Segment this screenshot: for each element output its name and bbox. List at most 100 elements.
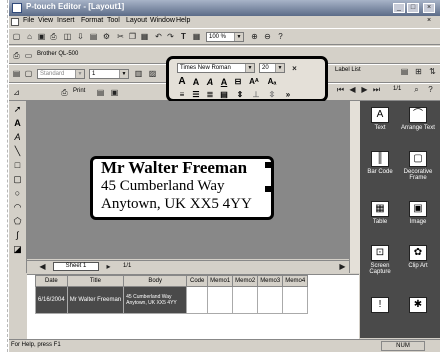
printer-icon[interactable]: ⎙ (11, 50, 22, 61)
cut-icon[interactable]: ✂ (115, 31, 126, 42)
cell-body[interactable]: 45 Cumberland Way Anytown, UK XX5 4YY (123, 286, 188, 314)
vertical-scrollbar[interactable] (349, 101, 360, 273)
grid-icon[interactable]: ▦ (191, 31, 202, 42)
fill-icon[interactable]: ◪ (12, 243, 23, 255)
menu-file[interactable]: File (23, 17, 34, 24)
font-size-select[interactable]: 20 ▼ (259, 63, 285, 73)
first-page-icon[interactable]: ⏮ (335, 84, 346, 95)
open-icon[interactable]: ⌂ (24, 31, 35, 42)
print-button-icon[interactable]: ⎙ (59, 87, 70, 98)
bold-icon[interactable]: A (189, 76, 203, 88)
zoom-out-icon[interactable]: ⊖ (262, 31, 273, 42)
close-icon[interactable]: × (423, 3, 435, 13)
scroll-right-icon[interactable]: ▶ (337, 261, 348, 272)
redo-icon[interactable]: ↷ (165, 31, 176, 42)
label-text-object[interactable]: Mr Walter Freeman 45 Cumberland Way Anyt… (90, 156, 274, 220)
cell-memo3[interactable] (257, 286, 284, 314)
panel-more-2[interactable]: ✱ (400, 297, 436, 315)
zoom-select[interactable]: 100 % ▼ (206, 32, 244, 42)
panel-image[interactable]: ▣ Image (400, 201, 436, 225)
text-tool-icon[interactable]: T (178, 31, 189, 42)
rounded-rect-icon[interactable]: ▢ (12, 173, 23, 185)
table-row[interactable]: 6/16/2004 Mr Walter Freeman 45 Cumberlan… (35, 286, 309, 314)
column-header[interactable]: Memo4 (282, 275, 309, 287)
menu-layout[interactable]: Layout (126, 17, 147, 24)
orientation-icon[interactable]: ▥ (133, 68, 144, 79)
line-icon[interactable]: ╲ (12, 145, 23, 157)
panel-bar-code[interactable]: ║ Bar Code (362, 151, 398, 175)
transfer-icon[interactable]: ⇩ (75, 31, 86, 42)
list-sort-icon[interactable]: ⇅ (427, 66, 438, 77)
frame-icon[interactable]: ▢ (23, 68, 34, 79)
print-label[interactable]: Print (73, 88, 85, 94)
list-view-icon[interactable]: ▤ (399, 66, 410, 77)
column-header[interactable]: Body (123, 275, 188, 287)
print-icon[interactable]: ⎙ (48, 31, 59, 42)
close-toolbar-icon[interactable]: × (289, 63, 300, 74)
subscript-icon[interactable]: Aₐ (265, 76, 279, 88)
line-spacing-icon[interactable]: ⇳ (265, 89, 279, 101)
sheet-tab[interactable]: Sheet 1 (53, 262, 99, 271)
maximize-icon[interactable]: □ (407, 3, 419, 13)
document-icon[interactable] (11, 18, 19, 26)
panel-screen-capture[interactable]: ⊡ Screen Capture (362, 245, 398, 275)
menu-tool[interactable]: Tool (107, 17, 120, 24)
menu-insert[interactable]: Insert (57, 17, 75, 24)
database-icon[interactable]: ▤ (88, 31, 99, 42)
settings-icon[interactable]: ⚙ (101, 31, 112, 42)
font-select[interactable]: Times New Roman ▼ (177, 63, 255, 73)
more-options-icon[interactable]: » (281, 89, 295, 101)
paper-select[interactable]: Standard ▼ (37, 69, 85, 79)
selection-handle[interactable] (265, 186, 271, 192)
align-left-icon[interactable]: ≡ (175, 89, 189, 101)
next-page-icon[interactable]: ▶ (359, 84, 370, 95)
page-setup-icon[interactable]: ▣ (109, 87, 120, 98)
font-large-icon[interactable]: A (175, 76, 189, 88)
zoom-in-icon[interactable]: ⊕ (249, 31, 260, 42)
selection-handle[interactable] (265, 162, 271, 168)
panel-decorative-frame[interactable]: ▢ Decorative Frame (400, 151, 436, 181)
arc-icon[interactable]: ◠ (12, 201, 23, 213)
rectangle-icon[interactable]: □ (12, 159, 23, 171)
panel-text[interactable]: A Text (362, 107, 398, 131)
freehand-icon[interactable]: ∫ (12, 229, 23, 241)
copy-icon[interactable]: ❐ (127, 31, 138, 42)
panel-table[interactable]: ▦ Table (362, 201, 398, 225)
menu-view[interactable]: View (38, 17, 53, 24)
layout-icon[interactable]: ▤ (11, 68, 22, 79)
polygon-icon[interactable]: ⬠ (12, 215, 23, 227)
minimize-icon[interactable]: _ (393, 3, 405, 13)
vertical-text-icon[interactable]: ⇕ (233, 89, 247, 101)
menu-format[interactable]: Format (81, 17, 103, 24)
margin-icon[interactable]: ▨ (147, 68, 158, 79)
text-direction-icon[interactable]: ⊥ (249, 89, 263, 101)
column-header[interactable]: Code (186, 275, 209, 287)
outline-icon[interactable]: ⊟ (231, 76, 245, 88)
cell-memo4[interactable] (282, 286, 309, 314)
align-center-icon[interactable]: ☰ (189, 89, 203, 101)
cell-date[interactable]: 6/16/2004 (35, 286, 68, 314)
justify-icon[interactable]: ▤ (217, 89, 231, 101)
vertical-text-icon[interactable]: A (12, 131, 23, 143)
save-icon[interactable]: ▣ (36, 31, 47, 42)
panel-clip-art[interactable]: ✿ Clip Art (400, 245, 436, 269)
superscript-icon[interactable]: Aᴬ (247, 76, 261, 88)
menu-help[interactable]: Help (176, 17, 190, 24)
column-header[interactable]: Title (66, 275, 125, 287)
cell-title[interactable]: Mr Walter Freeman (66, 286, 125, 314)
length-field[interactable]: 1 ▼ (89, 69, 129, 79)
text-icon[interactable]: A (12, 117, 23, 129)
cell-memo1[interactable] (207, 286, 234, 314)
panel-more[interactable]: ! (362, 297, 398, 315)
column-header[interactable]: Memo2 (232, 275, 259, 287)
pointer-icon[interactable]: ⊿ (11, 87, 22, 98)
select-arrow-icon[interactable]: ➚ (12, 103, 23, 115)
italic-icon[interactable]: A (203, 76, 217, 88)
cell-memo2[interactable] (232, 286, 259, 314)
page-icon[interactable]: ▤ (95, 87, 106, 98)
help-icon[interactable]: ? (275, 31, 286, 42)
cell-code[interactable] (186, 286, 209, 314)
menu-window[interactable]: Window (150, 17, 175, 24)
list-detail-icon[interactable]: ⊞ (413, 66, 424, 77)
column-header[interactable]: Date (35, 275, 68, 287)
